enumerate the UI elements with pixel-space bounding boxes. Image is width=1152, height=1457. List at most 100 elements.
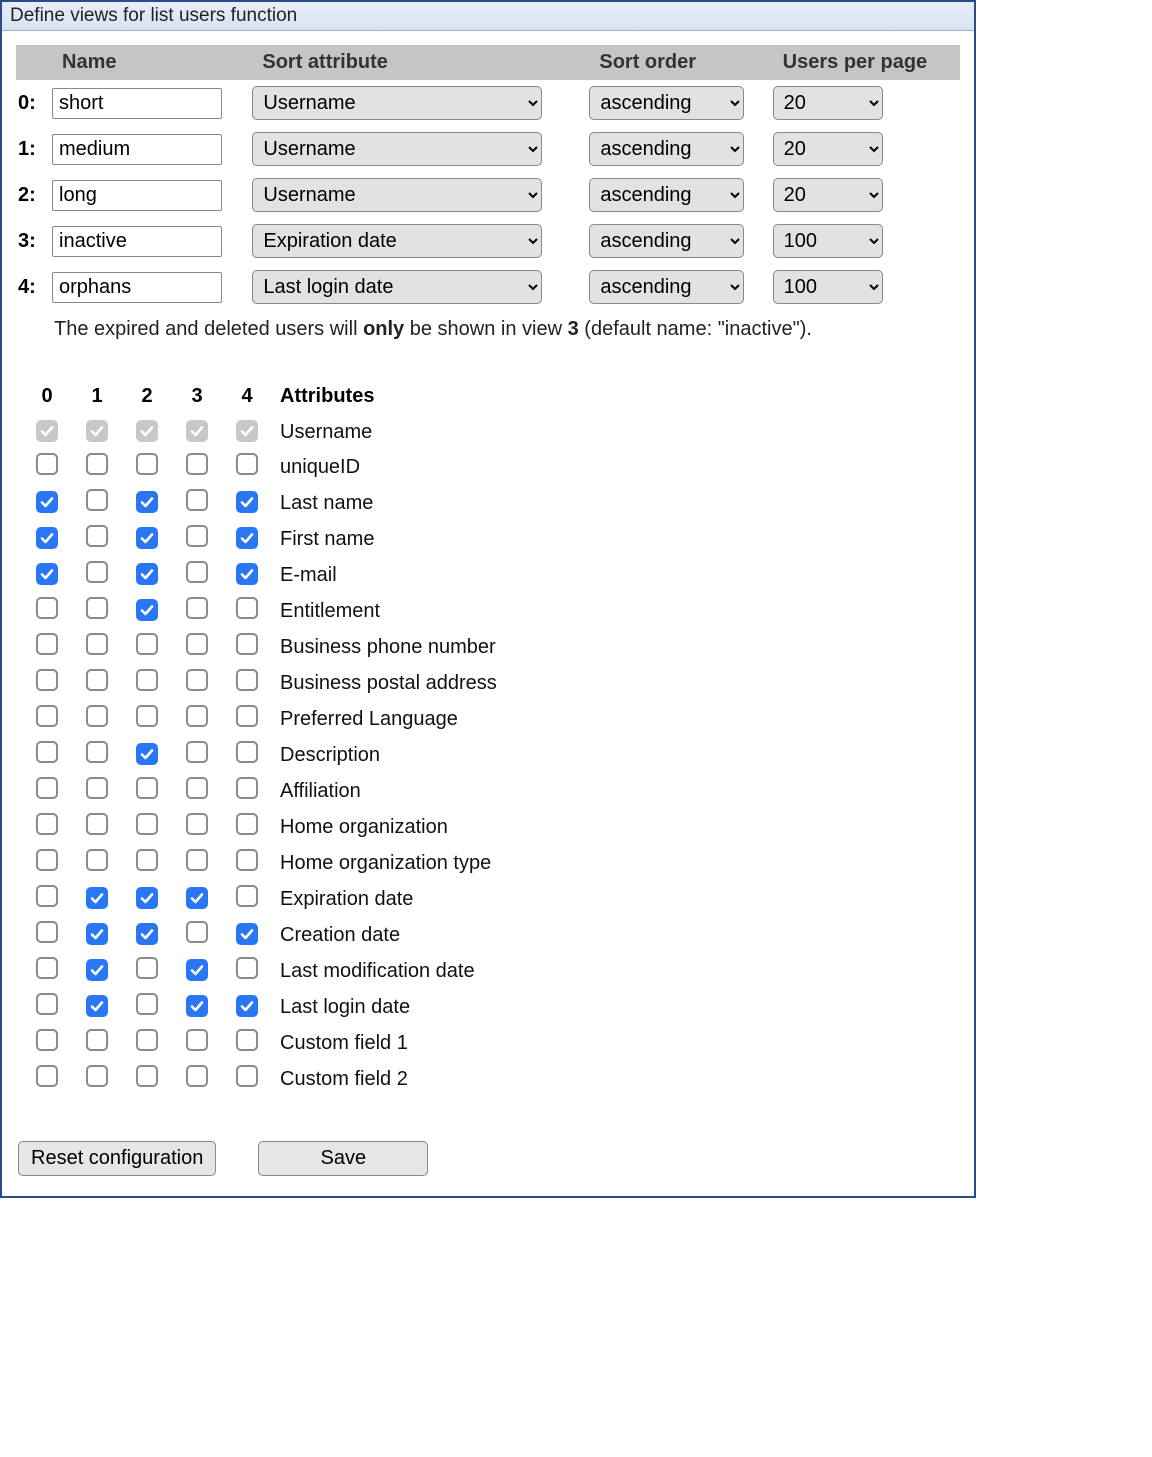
attribute-checkbox[interactable] <box>136 669 158 691</box>
attribute-checkbox[interactable] <box>36 885 58 907</box>
attribute-checkbox[interactable] <box>186 921 208 943</box>
attribute-checkbox[interactable] <box>86 1029 108 1051</box>
attribute-checkbox[interactable] <box>86 741 108 763</box>
attribute-checkbox[interactable] <box>36 849 58 871</box>
attribute-checkbox[interactable] <box>186 741 208 763</box>
attribute-checkbox[interactable] <box>186 887 208 909</box>
attribute-checkbox[interactable] <box>186 959 208 981</box>
attribute-checkbox[interactable] <box>236 885 258 907</box>
attribute-checkbox[interactable] <box>36 669 58 691</box>
attribute-checkbox[interactable] <box>36 1065 58 1087</box>
sort-order-select[interactable]: ascending <box>589 86 744 120</box>
attribute-checkbox[interactable] <box>186 561 208 583</box>
sort-order-select[interactable]: ascending <box>589 132 744 166</box>
attribute-checkbox[interactable] <box>186 1029 208 1051</box>
attribute-checkbox[interactable] <box>86 669 108 691</box>
attribute-checkbox[interactable] <box>36 597 58 619</box>
attribute-checkbox[interactable] <box>36 527 58 549</box>
view-name-input[interactable] <box>52 134 222 165</box>
attribute-checkbox[interactable] <box>86 813 108 835</box>
attribute-checkbox[interactable] <box>136 849 158 871</box>
attribute-checkbox[interactable] <box>36 491 58 513</box>
attribute-checkbox[interactable] <box>136 813 158 835</box>
attribute-checkbox[interactable] <box>236 705 258 727</box>
per-page-select[interactable]: 100 <box>773 270 883 304</box>
attribute-checkbox[interactable] <box>136 527 158 549</box>
attribute-checkbox[interactable] <box>236 849 258 871</box>
per-page-select[interactable]: 20 <box>773 86 883 120</box>
attribute-checkbox[interactable] <box>86 705 108 727</box>
attribute-checkbox[interactable] <box>186 453 208 475</box>
attribute-checkbox[interactable] <box>236 633 258 655</box>
attribute-checkbox[interactable] <box>186 525 208 547</box>
attribute-checkbox[interactable] <box>86 923 108 945</box>
attribute-checkbox[interactable] <box>186 597 208 619</box>
attribute-checkbox[interactable] <box>186 777 208 799</box>
attribute-checkbox[interactable] <box>186 813 208 835</box>
attribute-checkbox[interactable] <box>86 597 108 619</box>
attribute-checkbox[interactable] <box>186 633 208 655</box>
sort-order-select[interactable]: ascending <box>589 270 744 304</box>
per-page-select[interactable]: 20 <box>773 178 883 212</box>
attribute-checkbox[interactable] <box>236 491 258 513</box>
attribute-checkbox[interactable] <box>186 669 208 691</box>
attribute-checkbox[interactable] <box>236 813 258 835</box>
attribute-checkbox[interactable] <box>36 777 58 799</box>
sort-attribute-select[interactable]: Expiration date <box>252 224 542 258</box>
attribute-checkbox[interactable] <box>36 633 58 655</box>
attribute-checkbox[interactable] <box>186 489 208 511</box>
attribute-checkbox[interactable] <box>186 849 208 871</box>
attribute-checkbox[interactable] <box>86 777 108 799</box>
sort-order-select[interactable]: ascending <box>589 224 744 258</box>
view-name-input[interactable] <box>52 88 222 119</box>
attribute-checkbox[interactable] <box>136 887 158 909</box>
attribute-checkbox[interactable] <box>236 527 258 549</box>
attribute-checkbox[interactable] <box>186 1065 208 1087</box>
attribute-checkbox[interactable] <box>136 993 158 1015</box>
attribute-checkbox[interactable] <box>136 633 158 655</box>
attribute-checkbox[interactable] <box>36 993 58 1015</box>
attribute-checkbox[interactable] <box>236 1065 258 1087</box>
attribute-checkbox[interactable] <box>236 563 258 585</box>
reset-button[interactable]: Reset configuration <box>18 1141 216 1176</box>
attribute-checkbox[interactable] <box>86 887 108 909</box>
attribute-checkbox[interactable] <box>236 957 258 979</box>
sort-attribute-select[interactable]: Username <box>252 178 542 212</box>
attribute-checkbox[interactable] <box>86 633 108 655</box>
per-page-select[interactable]: 100 <box>773 224 883 258</box>
attribute-checkbox[interactable] <box>86 995 108 1017</box>
attribute-checkbox[interactable] <box>136 743 158 765</box>
attribute-checkbox[interactable] <box>86 453 108 475</box>
view-name-input[interactable] <box>52 180 222 211</box>
attribute-checkbox[interactable] <box>186 705 208 727</box>
attribute-checkbox[interactable] <box>36 563 58 585</box>
attribute-checkbox[interactable] <box>236 1029 258 1051</box>
attribute-checkbox[interactable] <box>136 1065 158 1087</box>
attribute-checkbox[interactable] <box>236 923 258 945</box>
attribute-checkbox[interactable] <box>36 957 58 979</box>
attribute-checkbox[interactable] <box>236 669 258 691</box>
attribute-checkbox[interactable] <box>36 1029 58 1051</box>
attribute-checkbox[interactable] <box>186 995 208 1017</box>
attribute-checkbox[interactable] <box>136 957 158 979</box>
attribute-checkbox[interactable] <box>236 597 258 619</box>
attribute-checkbox[interactable] <box>86 561 108 583</box>
attribute-checkbox[interactable] <box>86 525 108 547</box>
attribute-checkbox[interactable] <box>36 705 58 727</box>
attribute-checkbox[interactable] <box>86 1065 108 1087</box>
sort-attribute-select[interactable]: Username <box>252 132 542 166</box>
attribute-checkbox[interactable] <box>136 453 158 475</box>
sort-attribute-select[interactable]: Last login date <box>252 270 542 304</box>
attribute-checkbox[interactable] <box>136 1029 158 1051</box>
attribute-checkbox[interactable] <box>86 489 108 511</box>
attribute-checkbox[interactable] <box>236 741 258 763</box>
attribute-checkbox[interactable] <box>136 491 158 513</box>
per-page-select[interactable]: 20 <box>773 132 883 166</box>
attribute-checkbox[interactable] <box>236 995 258 1017</box>
attribute-checkbox[interactable] <box>36 813 58 835</box>
attribute-checkbox[interactable] <box>86 959 108 981</box>
sort-attribute-select[interactable]: Username <box>252 86 542 120</box>
attribute-checkbox[interactable] <box>36 921 58 943</box>
attribute-checkbox[interactable] <box>86 849 108 871</box>
save-button[interactable]: Save <box>258 1141 428 1176</box>
